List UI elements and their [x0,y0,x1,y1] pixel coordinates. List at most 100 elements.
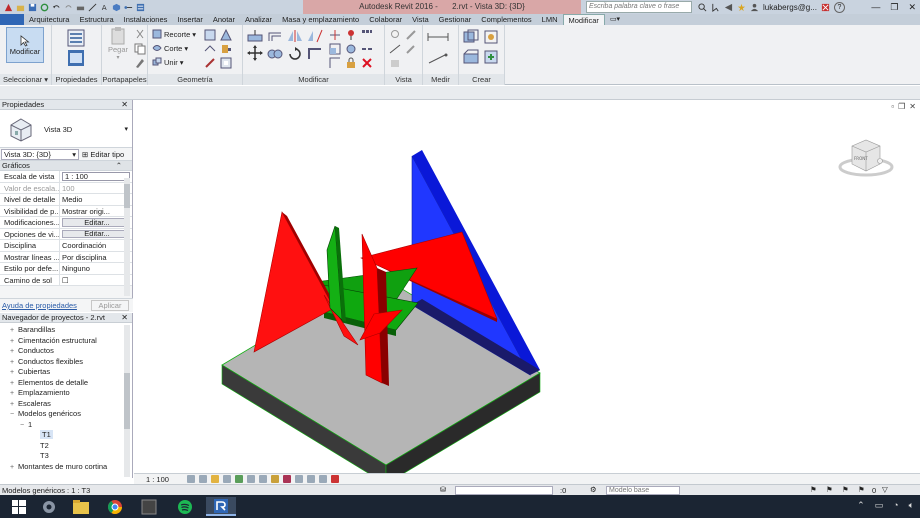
filter-icon[interactable]: ▽ [882,485,888,494]
tray-up-arrow-icon[interactable]: ⌃ [857,500,865,511]
user-name[interactable]: lukabergs@g... [763,3,817,12]
browser-tree-item[interactable]: + Escaleras [0,399,123,410]
property-row[interactable]: Valor de escala... 100 [0,182,132,194]
workset-select[interactable] [455,486,553,495]
highlight-displacement-icon[interactable] [318,475,327,483]
hide-bulb-icon[interactable] [389,29,401,41]
subscription-icon[interactable] [711,3,720,12]
user-icon[interactable] [750,3,759,12]
switch-windows-icon[interactable] [136,3,145,12]
section-icon[interactable] [124,3,133,12]
crop-view-icon[interactable] [246,475,255,483]
app-taskbar-icon-2[interactable] [134,497,164,516]
split-gap-icon[interactable] [361,43,373,55]
cut-icon[interactable] [134,29,146,41]
override-graphics-icon[interactable] [405,29,417,41]
tab-colaborar[interactable]: Colaborar [364,14,407,25]
design-options-icon[interactable]: ⚙ [590,485,597,494]
property-row[interactable]: Nivel de detalle Medio [0,194,132,206]
search-icon[interactable] [698,2,707,12]
select-pinned-icon[interactable]: ⚑ [842,485,849,494]
offset-icon[interactable] [267,29,283,43]
lock-view-icon[interactable] [270,475,279,483]
minimize-icon[interactable]: — [871,2,880,12]
tab-lmn[interactable]: LMN [537,14,563,25]
property-row[interactable]: Mostrar líneas ... Por disciplina [0,251,132,263]
sun-path-icon[interactable] [210,475,219,483]
tab-estructura[interactable]: Estructura [74,14,118,25]
browser-tree-item[interactable]: + Conductos [0,346,123,357]
sync-icon[interactable] [40,3,49,12]
property-edit-button[interactable]: Editar... [62,229,130,238]
browser-tree-item[interactable]: + Barandillas [0,325,123,336]
close-icon[interactable]: ✕ [121,100,128,110]
close-icon[interactable]: ✕ [121,313,128,323]
worksets-icon[interactable]: ⛁ [440,485,446,494]
browser-tree-item[interactable]: + Elementos de detalle [0,378,123,389]
property-row[interactable]: Opciones de vi... Editar... [0,228,132,240]
browser-tree-item[interactable]: − Modelos genéricos [0,409,123,420]
browser-tree-item[interactable]: T3 [0,451,123,462]
scrollbar-thumb[interactable] [124,184,130,208]
reveal-hidden-icon[interactable] [294,475,303,483]
browser-tree-item[interactable]: T1 [0,430,123,441]
chrome-taskbar-icon[interactable] [100,497,130,516]
paste-button[interactable]: Pegar ▾ [106,27,130,61]
copy-element-icon[interactable] [267,47,283,61]
windows-start-icon[interactable] [4,497,34,516]
communication-center-icon[interactable] [724,3,733,12]
open-icon[interactable] [16,3,25,12]
split-face-icon[interactable] [220,29,232,41]
scrollbar-thumb[interactable] [124,373,130,429]
pencil-icon[interactable] [405,43,417,55]
3d-viewport[interactable]: ▫ ❐ ✕ FRONT [134,100,920,473]
restore-icon[interactable]: ❐ [890,2,898,13]
demolish-icon[interactable] [204,57,216,69]
viewcube[interactable]: FRONT [838,139,894,177]
shadows-icon[interactable] [222,475,231,483]
network-icon[interactable]: ◔ [893,500,898,511]
match-type-icon[interactable] [134,57,146,69]
align-icon[interactable] [247,29,263,43]
split-icon[interactable] [329,29,341,41]
tab-complementos[interactable]: Complementos [476,14,536,25]
property-row[interactable]: Estilo por defe... Ninguno [0,263,132,275]
analytical-model-icon[interactable] [306,475,315,483]
properties-scrollbar[interactable] [124,178,130,296]
battery-icon[interactable]: ▭ [875,500,884,511]
unpin-icon[interactable] [345,43,357,55]
property-row[interactable]: Camino de sol ☐ [0,274,132,286]
tab-analizar[interactable]: Analizar [240,14,277,25]
file-tab[interactable] [0,14,24,25]
expand-icon[interactable]: + [10,463,18,474]
file-explorer-taskbar-icon[interactable] [66,497,96,516]
select-by-face-icon[interactable]: ⚑ [858,485,865,494]
wall-join-icon[interactable] [204,29,216,41]
join-roof-icon[interactable] [204,43,216,55]
lock-icon[interactable] [345,57,357,69]
scale-icon[interactable] [329,43,341,55]
render-icon[interactable] [234,475,243,483]
property-row[interactable]: Escala de vista 1 : 100 [0,171,132,183]
favorites-icon[interactable] [737,3,746,12]
model-canvas[interactable]: FRONT [134,100,920,473]
edit-type-button[interactable]: ⊞ Editar tipo [82,150,124,159]
revit-taskbar-icon[interactable] [206,497,236,516]
array-icon[interactable] [361,29,373,41]
wall-opening-icon[interactable] [220,57,232,69]
help-button[interactable]: ? [833,1,845,13]
browser-tree-item[interactable]: + Cubiertas [0,367,123,378]
ribbon-minimize-toggle[interactable]: ▭▾ [605,14,625,25]
property-row[interactable]: Visibilidad de p... Mostrar origi... [0,205,132,217]
tab-gestionar[interactable]: Gestionar [434,14,477,25]
view-scale[interactable]: 1 : 100 [134,475,183,484]
tab-masa-emplazamiento[interactable]: Masa y emplazamiento [277,14,364,25]
browser-tree-item[interactable]: + Emplazamiento [0,388,123,399]
hide-analytical-icon[interactable] [330,475,339,483]
dimension-icon[interactable] [427,53,449,65]
mirror-draw-axis-icon[interactable] [307,29,323,43]
close-icon[interactable]: ✕ [908,2,916,13]
show-crop-icon[interactable] [258,475,267,483]
browser-tree-item[interactable]: T2 [0,441,123,452]
panel-label-seleccionar[interactable]: Seleccionar ▾ [0,74,51,85]
